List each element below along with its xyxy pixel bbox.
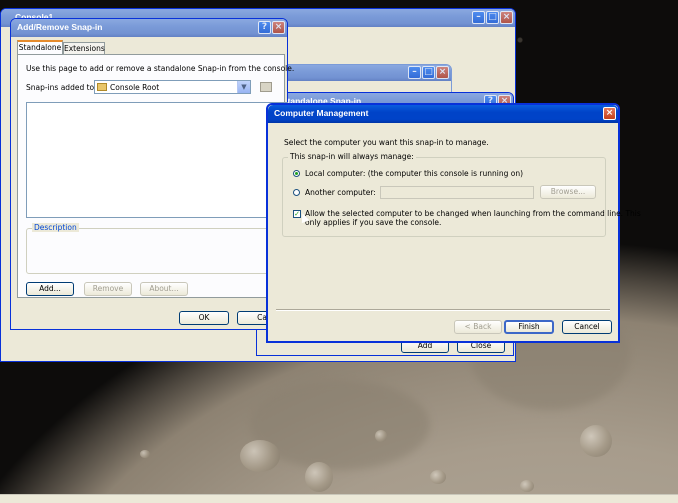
manage-group-label: This snap-in will always manage:	[288, 152, 416, 161]
description-group: Description	[26, 223, 290, 274]
minimize-icon[interactable]: –	[408, 66, 421, 79]
snapins-added-value: Console Root	[110, 83, 160, 92]
snapins-added-label: Snap-ins added to:	[26, 83, 97, 92]
description-label: Description	[32, 223, 79, 232]
moon-crater	[430, 470, 446, 484]
manage-group: This snap-in will always manage: Local c…	[282, 152, 641, 237]
allow-change-line1[interactable]: Allow the selected computer to be change…	[305, 209, 641, 218]
maximize-icon[interactable]: □	[422, 66, 435, 79]
minimize-icon[interactable]: –	[472, 11, 485, 24]
instruction-text: Select the computer you want this snap-i…	[284, 138, 489, 147]
cancel-button[interactable]: Cancel	[562, 320, 612, 334]
add-remove-title: Add/Remove Snap-in	[17, 22, 103, 32]
folder-icon	[97, 83, 107, 91]
remove-button[interactable]: Remove	[84, 282, 132, 296]
computer-management-titlebar[interactable]: Computer Management ×	[268, 105, 618, 123]
help-icon[interactable]: ?	[258, 21, 271, 34]
close-icon[interactable]: ×	[272, 21, 285, 34]
moon-crater	[580, 425, 612, 457]
maximize-icon[interactable]: □	[486, 11, 499, 24]
up-one-level-icon[interactable]	[260, 82, 272, 92]
finish-button[interactable]: Finish	[504, 320, 554, 334]
add-button[interactable]: Add...	[26, 282, 74, 296]
another-computer-radio[interactable]	[293, 189, 300, 196]
ok-button[interactable]: OK	[179, 311, 229, 325]
another-computer-input[interactable]	[380, 186, 534, 199]
chevron-down-icon[interactable]: ▼	[237, 81, 250, 93]
browse-button[interactable]: Browse...	[540, 185, 596, 199]
about-button[interactable]: About...	[140, 282, 188, 296]
close-icon[interactable]: ×	[436, 66, 449, 79]
moon-crater	[240, 440, 280, 472]
close-icon[interactable]: ×	[500, 11, 513, 24]
snapins-added-select[interactable]: Console Root ▼	[94, 80, 251, 94]
add-remove-titlebar[interactable]: Add/Remove Snap-in ? ×	[11, 19, 287, 37]
computer-management-dialog: Computer Management × Select the compute…	[266, 103, 641, 343]
add-remove-snapin-dialog: Add/Remove Snap-in ? × Standalone Extens…	[10, 18, 294, 330]
moon-crater	[375, 430, 387, 442]
allow-change-line2[interactable]: only applies if you save the console.	[305, 218, 441, 227]
separator	[276, 309, 610, 311]
tab-standalone[interactable]: Standalone	[17, 40, 63, 55]
close-icon[interactable]: ×	[603, 107, 616, 120]
computer-management-title: Computer Management	[274, 108, 369, 118]
moon-crater	[140, 450, 150, 458]
back-button[interactable]: < Back	[454, 320, 502, 334]
local-computer-label[interactable]: Local computer: (the computer this conso…	[305, 169, 523, 178]
snapins-list[interactable]	[26, 102, 288, 218]
local-computer-radio[interactable]	[293, 170, 300, 177]
intro-text: Use this page to add or remove a standal…	[26, 64, 295, 73]
another-computer-label[interactable]: Another computer:	[305, 188, 376, 197]
tab-panel: Use this page to add or remove a standal…	[17, 54, 294, 298]
moon-crater	[305, 462, 333, 492]
moon-crater	[520, 480, 534, 492]
